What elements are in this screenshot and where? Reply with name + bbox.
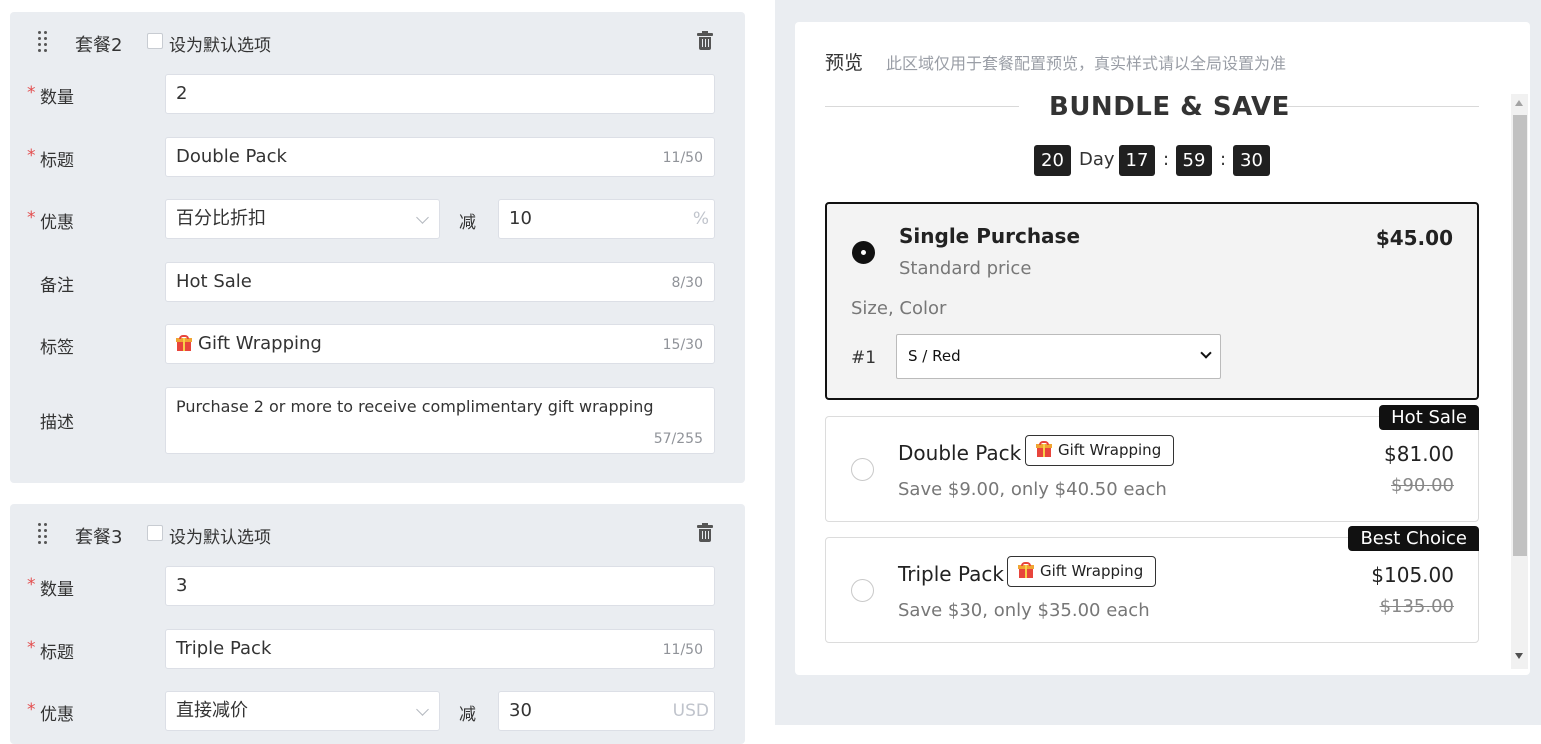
option-name: Single Purchase: [899, 224, 1081, 248]
option-name: Double Pack: [898, 441, 1022, 465]
variant-select[interactable]: S / Red: [896, 334, 1221, 379]
gift-icon: [1036, 441, 1052, 457]
divider: [825, 106, 1019, 107]
card-header: 套餐3 设为默认选项: [10, 504, 745, 562]
minus-label: 减: [459, 213, 476, 233]
discount-label: * 优惠: [27, 700, 74, 725]
gift-icon: [1018, 562, 1034, 578]
bundle-option-single[interactable]: Single Purchase Standard price $45.00 Si…: [825, 202, 1479, 400]
discount-value-input[interactable]: 10%: [498, 199, 715, 239]
delete-icon[interactable]: [697, 523, 713, 542]
option-badge: Hot Sale: [1379, 405, 1479, 430]
preview-title: 预览: [825, 52, 864, 74]
minus-label: 减: [459, 705, 476, 725]
unit-suffix: %: [692, 209, 709, 229]
scroll-down-icon[interactable]: [1515, 653, 1523, 659]
desc-label: 描述: [40, 413, 74, 433]
unit-suffix: USD: [672, 701, 709, 721]
default-checkbox[interactable]: [147, 33, 163, 49]
discount-label: * 优惠: [27, 208, 74, 233]
char-count: 8/30: [671, 275, 703, 291]
discount-value-input[interactable]: 30 USD: [498, 691, 715, 731]
option-subtitle: Standard price: [899, 258, 1032, 279]
tag-input[interactable]: Gift Wrapping 15/30: [165, 324, 715, 364]
divider: [1285, 106, 1479, 107]
discount-type-select[interactable]: 百分比折扣: [165, 199, 440, 239]
preview-panel: 预览 此区域仅用于套餐配置预览，真实样式请以全局设置为准 BUNDLE & SA…: [775, 0, 1541, 725]
bundle-card-3: 套餐3 设为默认选项 * 数量 3 * 标题 Triple Pack 11/50 * 优…: [10, 504, 745, 744]
quantity-label: * 数量: [27, 83, 74, 108]
option-price: $45.00: [1375, 226, 1453, 250]
bundle-heading: BUNDLE & SAVE: [1049, 92, 1290, 122]
title-label: * 标题: [27, 146, 74, 171]
timer-separator: :: [1220, 149, 1227, 170]
note-label: 备注: [40, 276, 74, 296]
default-checkbox-label[interactable]: 设为默认选项: [169, 523, 271, 548]
timer-minutes: 59: [1176, 145, 1212, 176]
countdown-timer: 20 Day 17 : 59 : 30: [795, 145, 1530, 176]
tag-label: 标签: [40, 338, 74, 358]
scroll-up-icon[interactable]: [1515, 100, 1523, 106]
char-count: 57/255: [653, 431, 703, 447]
bundle-config-panel: 套餐2 设为默认选项 * 数量 2 * 标题 Double Pack 11/50 * 优…: [0, 0, 775, 744]
option-price: $81.00: [1384, 442, 1454, 466]
variant-index: #1: [851, 348, 877, 368]
card-header: 套餐2 设为默认选项: [10, 12, 745, 70]
radio-unselected[interactable]: [851, 579, 874, 602]
gift-icon: [176, 335, 192, 351]
preview-card: 预览 此区域仅用于套餐配置预览，真实样式请以全局设置为准 BUNDLE & SA…: [795, 22, 1530, 675]
scrollbar-thumb[interactable]: [1513, 115, 1527, 556]
option-price: $105.00: [1371, 563, 1454, 587]
char-count: 11/50: [662, 150, 703, 166]
option-subtitle: Save $30, only $35.00 each: [898, 600, 1150, 621]
option-badge: Best Choice: [1348, 526, 1479, 551]
option-old-price: $135.00: [1379, 596, 1454, 617]
card-title: 套餐2: [75, 35, 123, 56]
timer-day-label: Day: [1079, 149, 1115, 170]
drag-handle-icon[interactable]: [38, 31, 50, 52]
quantity-input[interactable]: 2: [165, 74, 715, 114]
note-input[interactable]: Hot Sale 8/30: [165, 262, 715, 302]
discount-type-select[interactable]: 直接减价: [165, 691, 440, 731]
chevron-down-icon: [416, 211, 429, 224]
title-input[interactable]: Double Pack 11/50: [165, 137, 715, 177]
timer-hours: 17: [1119, 145, 1155, 176]
preview-scrollbar[interactable]: [1511, 94, 1528, 669]
card-title: 套餐3: [75, 527, 123, 548]
option-name: Triple Pack: [898, 562, 1004, 586]
desc-textarea[interactable]: Purchase 2 or more to receive compliment…: [165, 387, 715, 454]
preview-note: 此区域仅用于套餐配置预览，真实样式请以全局设置为准: [886, 54, 1287, 73]
chevron-down-icon: [416, 703, 429, 716]
timer-days: 20: [1034, 145, 1071, 176]
quantity-input[interactable]: 3: [165, 566, 715, 606]
bundle-option-triple[interactable]: Best Choice Triple Pack Gift Wrapping Sa…: [825, 526, 1479, 643]
option-tag: Gift Wrapping: [1007, 556, 1157, 587]
option-subtitle: Save $9.00, only $40.50 each: [898, 479, 1167, 500]
quantity-label: * 数量: [27, 575, 74, 600]
option-old-price: $90.00: [1391, 475, 1454, 496]
chevron-down-icon: [1200, 347, 1212, 359]
timer-seconds: 30: [1233, 145, 1270, 176]
bundle-option-double[interactable]: Hot Sale Double Pack Gift Wrapping Save …: [825, 405, 1479, 522]
timer-separator: :: [1163, 149, 1170, 170]
char-count: 11/50: [662, 642, 703, 658]
radio-unselected[interactable]: [851, 458, 874, 481]
title-label: * 标题: [27, 638, 74, 663]
delete-icon[interactable]: [697, 31, 713, 50]
radio-selected[interactable]: [852, 241, 875, 264]
option-tag: Gift Wrapping: [1025, 435, 1175, 466]
variant-attr-label: Size, Color: [851, 298, 947, 319]
char-count: 15/30: [662, 337, 703, 353]
drag-handle-icon[interactable]: [38, 523, 50, 544]
default-checkbox[interactable]: [147, 525, 163, 541]
title-input[interactable]: Triple Pack 11/50: [165, 629, 715, 669]
bundle-card-2: 套餐2 设为默认选项 * 数量 2 * 标题 Double Pack 11/50 * 优…: [10, 12, 745, 483]
default-checkbox-label[interactable]: 设为默认选项: [169, 31, 271, 56]
